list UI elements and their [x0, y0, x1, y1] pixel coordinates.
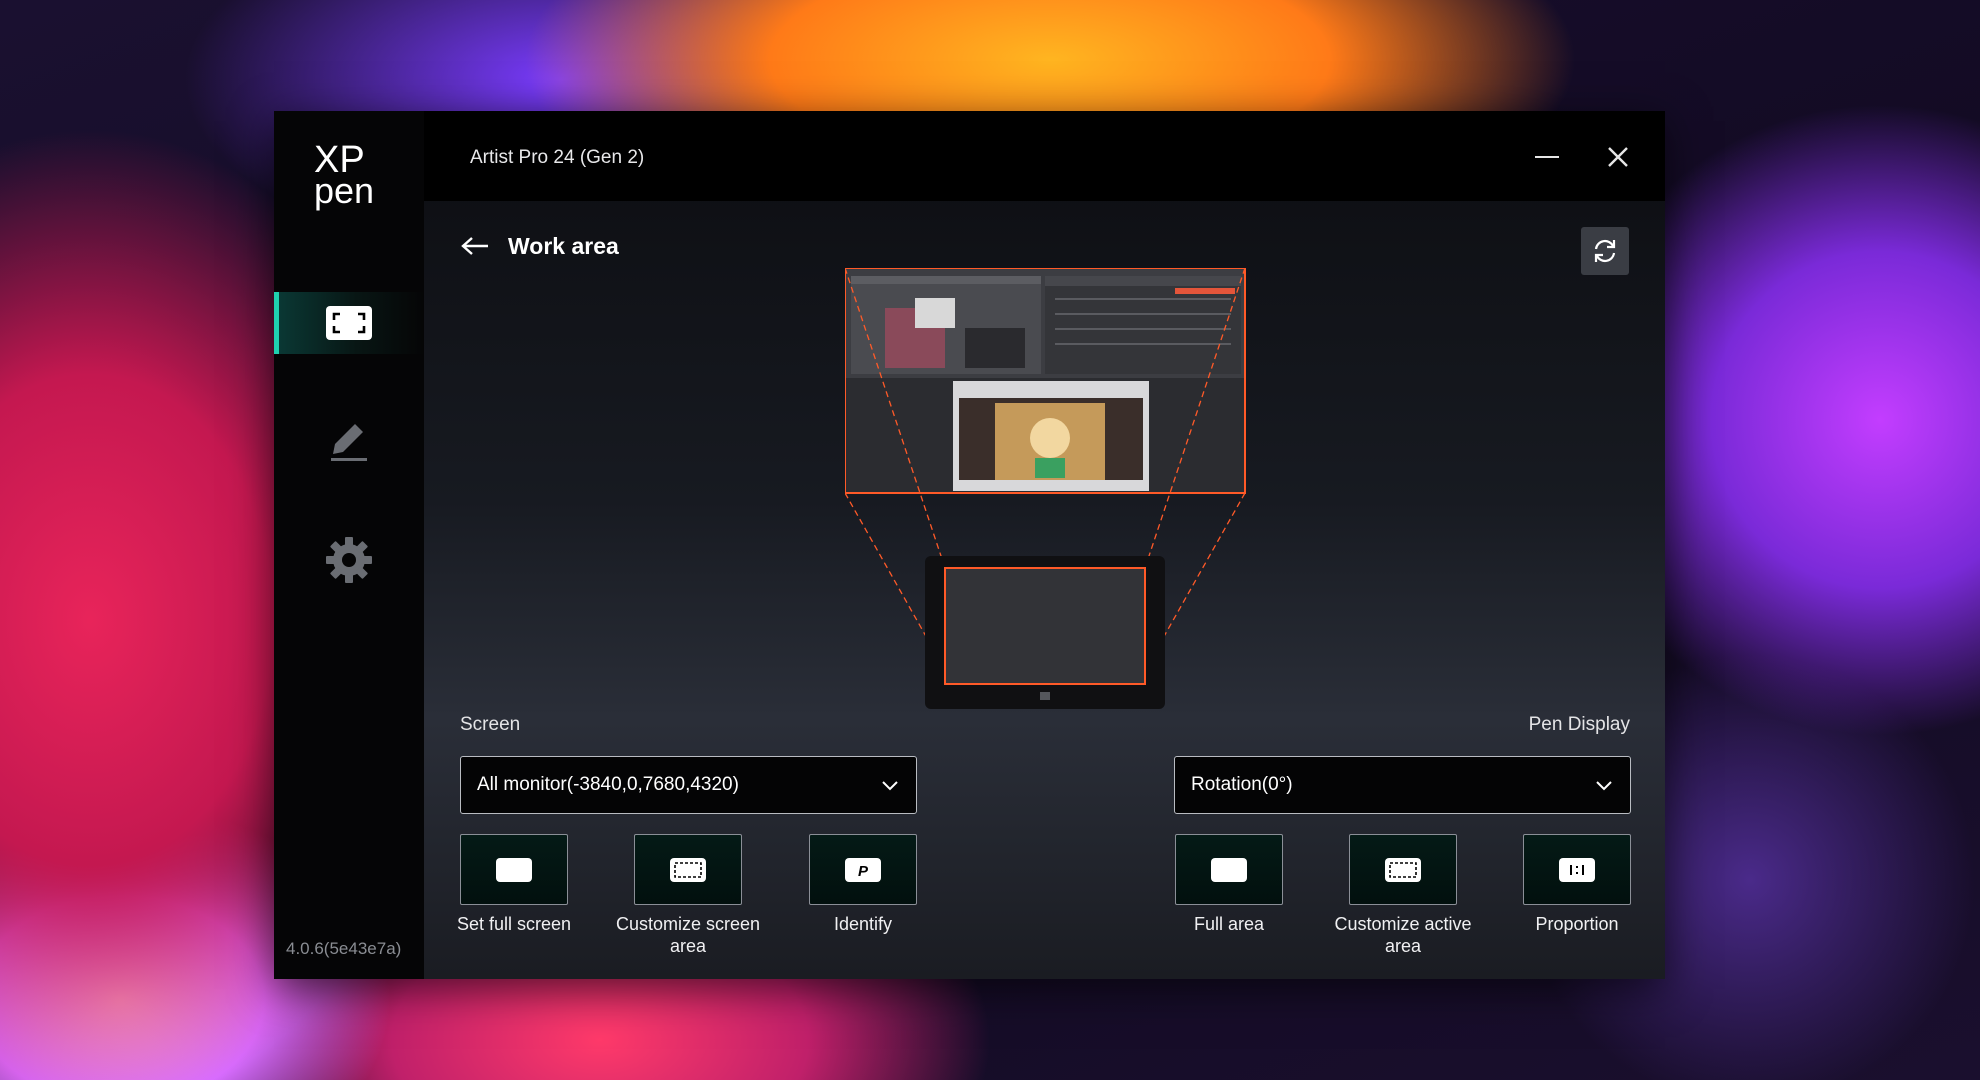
back-arrow-icon	[461, 237, 488, 255]
proportion-button[interactable]	[1523, 834, 1631, 905]
screen-label: Screen	[460, 714, 521, 735]
page-title: Work area	[508, 232, 619, 259]
work-area-icon	[326, 306, 372, 340]
version-label: 4.0.6(5e43e7a)	[286, 939, 402, 958]
chevron-down-icon	[882, 781, 898, 791]
identify-icon: P	[845, 857, 881, 882]
full-area-label: Full area	[1193, 914, 1265, 934]
screen-preview	[845, 268, 1246, 494]
sidebar-item-settings[interactable]	[274, 529, 424, 591]
rotation-select[interactable]: Rotation(0°)	[1174, 756, 1631, 814]
title-bar: Artist Pro 24 (Gen 2)	[424, 111, 1665, 201]
work-area-preview	[845, 268, 1246, 709]
chevron-down-icon	[1596, 781, 1612, 791]
full-area-icon	[1211, 857, 1247, 882]
customize-screen-area-button[interactable]	[634, 834, 742, 905]
customize-active-area-button[interactable]	[1349, 834, 1457, 905]
pen-display-preview	[925, 556, 1165, 709]
screen-select-value: All monitor(-3840,0,7680,4320)	[477, 774, 739, 795]
close-icon	[1608, 147, 1628, 167]
customize-active-area-label: Customize active area	[1334, 914, 1472, 956]
back-button[interactable]	[460, 229, 494, 263]
custom-screen-area-icon	[670, 857, 706, 882]
svg-text:P: P	[858, 863, 869, 880]
proportion-icon	[1559, 857, 1595, 882]
full-screen-icon	[496, 857, 532, 882]
pen-display-label: Pen Display	[1528, 714, 1630, 735]
app-window: XP pen 4.0.6(5e43e7a) Artist Pro 24 (Gen…	[274, 111, 1665, 979]
minimize-button[interactable]	[1525, 135, 1569, 179]
xppen-logo: XP pen	[314, 141, 386, 209]
full-area-button[interactable]	[1175, 834, 1283, 905]
page-header: Work area	[460, 229, 619, 263]
sidebar-item-work-area[interactable]	[274, 292, 424, 354]
refresh-icon	[1594, 239, 1616, 263]
refresh-button[interactable]	[1581, 227, 1629, 275]
set-full-screen-button[interactable]	[460, 834, 568, 905]
rotation-select-value: Rotation(0°)	[1191, 774, 1293, 795]
gear-icon	[326, 537, 372, 583]
pen-icon	[331, 424, 367, 461]
proportion-label: Proportion	[1535, 914, 1619, 934]
identify-label: Identify	[833, 914, 893, 934]
screen-select[interactable]: All monitor(-3840,0,7680,4320)	[460, 756, 917, 814]
identify-button[interactable]: P	[809, 834, 917, 905]
logo-text-bottom: pen	[314, 170, 375, 211]
customize-screen-area-label: Customize screen area	[615, 914, 761, 956]
close-button[interactable]	[1596, 135, 1640, 179]
window-title: Artist Pro 24 (Gen 2)	[470, 147, 645, 168]
custom-active-area-icon	[1385, 857, 1421, 882]
minimize-icon	[1535, 156, 1559, 158]
set-full-screen-label: Set full screen	[456, 914, 572, 934]
sidebar-item-pen[interactable]	[274, 409, 424, 471]
sidebar: XP pen 4.0.6(5e43e7a)	[274, 111, 424, 979]
